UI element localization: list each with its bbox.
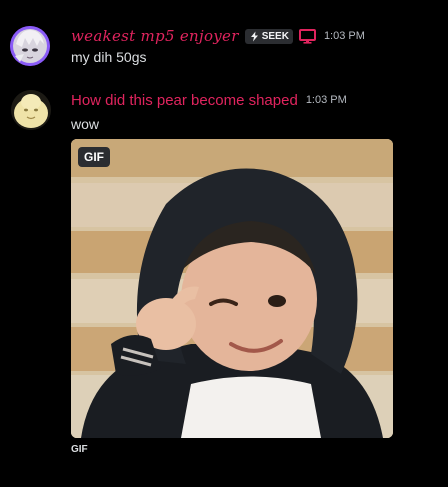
gif-badge: GIF xyxy=(78,147,110,167)
avatar[interactable] xyxy=(10,26,50,66)
gif-attachment[interactable]: GIF xyxy=(71,139,393,438)
message-text: my dih 50gs xyxy=(71,49,147,65)
message-header: weakest mp5 enjoyer SEEK 1:03 PM xyxy=(71,27,365,45)
server-tag-label: SEEK xyxy=(261,30,289,42)
server-tag[interactable]: SEEK xyxy=(244,28,293,44)
timestamp: 1:03 PM xyxy=(323,30,365,42)
username[interactable]: weakest mp5 enjoyer xyxy=(71,27,239,45)
monitor-icon xyxy=(298,28,316,44)
timestamp: 1:03 PM xyxy=(305,94,347,106)
message-header: How did this pear become shaped 1:03 PM xyxy=(71,91,347,109)
message-text: wow xyxy=(71,116,100,132)
gif-image xyxy=(71,139,393,438)
lightning-icon xyxy=(249,31,260,42)
username[interactable]: How did this pear become shaped xyxy=(71,92,298,109)
message-1: weakest mp5 enjoyer SEEK 1:03 PM my dih … xyxy=(0,0,448,80)
avatar[interactable] xyxy=(11,90,51,130)
gif-caption: GIF xyxy=(71,444,88,455)
